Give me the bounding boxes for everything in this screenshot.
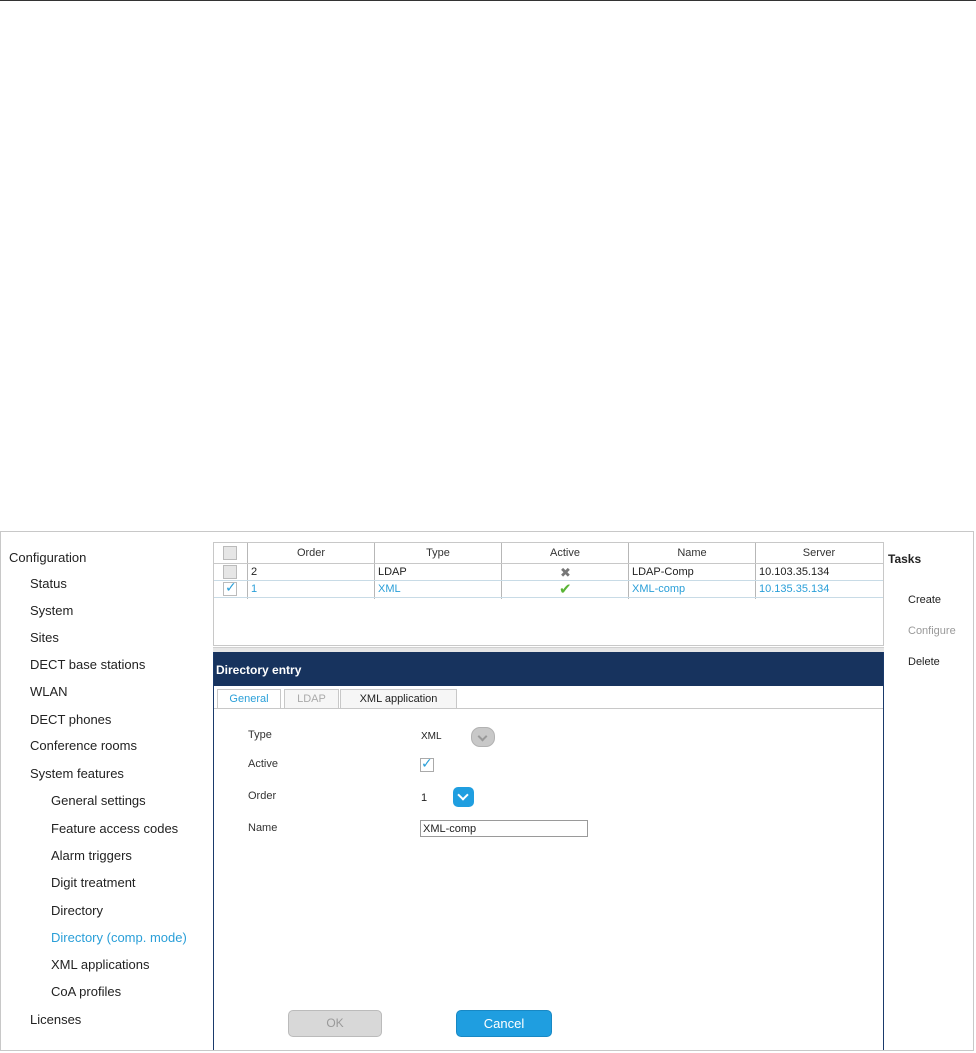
select-all-checkbox[interactable]	[223, 546, 237, 560]
sidebar-nav: Configuration Status System Sites DECT b…	[1, 532, 211, 1050]
row-checkbox[interactable]	[223, 579, 237, 596]
active-check-icon: ✔	[559, 581, 572, 598]
sidebar-item-system-features[interactable]: System features	[30, 766, 124, 781]
delete-task-link[interactable]: Delete	[908, 656, 940, 668]
sidebar-item-feature-access-codes[interactable]: Feature access codes	[51, 821, 178, 836]
sidebar-item-status[interactable]: Status	[30, 576, 67, 591]
sidebar-item-dect-phones[interactable]: DECT phones	[30, 712, 111, 727]
column-header-order[interactable]: Order	[248, 547, 374, 559]
tab-general[interactable]: General	[217, 689, 281, 709]
create-task-link[interactable]: Create	[908, 594, 941, 606]
sidebar-item-digit-treatment[interactable]: Digit treatment	[51, 875, 136, 890]
app-frame: Configuration Status System Sites DECT b…	[0, 531, 974, 1051]
order-label: Order	[248, 790, 277, 802]
order-select[interactable]: 1	[420, 787, 474, 807]
row-order: 1	[251, 583, 258, 595]
sidebar-item-dect-base-stations[interactable]: DECT base stations	[30, 657, 145, 672]
sidebar-item-directory-comp-mode[interactable]: Directory (comp. mode)	[51, 930, 187, 945]
active-label: Active	[248, 758, 278, 770]
cancel-button[interactable]: Cancel	[456, 1010, 552, 1037]
sidebar-item-directory[interactable]: Directory	[51, 903, 103, 918]
panel-title: Directory entry	[216, 663, 302, 677]
type-label: Type	[248, 729, 272, 741]
row-order: 2	[251, 566, 258, 578]
tab-underline	[214, 708, 883, 709]
sidebar-item-general-settings[interactable]: General settings	[51, 793, 146, 808]
name-input[interactable]	[420, 820, 588, 837]
tab-xml-application[interactable]: XML application	[340, 689, 457, 708]
sidebar-item-wlan[interactable]: WLAN	[30, 684, 68, 699]
directory-table: Order Type Active Name Server 2 LDAP ✖ L…	[213, 542, 884, 646]
ok-button[interactable]: OK	[288, 1010, 382, 1037]
column-header-server[interactable]: Server	[756, 547, 882, 559]
sidebar-item-alarm-triggers[interactable]: Alarm triggers	[51, 848, 132, 863]
order-select-value: 1	[421, 792, 428, 804]
sidebar-item-licenses[interactable]: Licenses	[30, 1012, 81, 1027]
type-select-value: XML	[421, 731, 442, 742]
sidebar-item-xml-applications[interactable]: XML applications	[51, 957, 150, 972]
chevron-down-icon[interactable]	[471, 727, 495, 747]
column-header-active[interactable]: Active	[502, 547, 628, 559]
top-divider	[0, 0, 976, 1]
active-checkbox[interactable]	[420, 755, 434, 772]
sidebar-item-conference-rooms[interactable]: Conference rooms	[30, 738, 137, 753]
column-header-type[interactable]: Type	[375, 547, 501, 559]
table-row[interactable]: 2 LDAP ✖ LDAP-Comp 10.103.35.134	[214, 564, 883, 581]
row-type: XML	[378, 583, 401, 595]
sidebar-item-sites[interactable]: Sites	[30, 630, 59, 645]
table-row[interactable]: 1 XML ✔ XML-comp 10.135.35.134	[214, 579, 883, 598]
name-label: Name	[248, 822, 278, 834]
type-select[interactable]: XML	[420, 727, 495, 747]
tasks-title: Tasks	[888, 552, 922, 566]
sidebar-root-configuration[interactable]: Configuration	[9, 550, 86, 565]
table-header: Order Type Active Name Server	[214, 543, 883, 564]
row-name: LDAP-Comp	[632, 566, 694, 578]
tab-ldap[interactable]: LDAP	[284, 689, 339, 708]
sidebar-item-system[interactable]: System	[30, 603, 73, 618]
row-server: 10.135.35.134	[759, 583, 830, 595]
panel-header: Directory entry	[214, 652, 883, 686]
chevron-down-icon[interactable]	[453, 787, 474, 807]
inactive-x-icon: ✖	[560, 565, 571, 580]
directory-entry-panel: Directory entry General LDAP XML applica…	[213, 652, 884, 1050]
row-server: 10.103.35.134	[759, 566, 830, 578]
column-header-name[interactable]: Name	[629, 547, 755, 559]
row-checkbox[interactable]	[223, 565, 237, 579]
tasks-pane: Tasks Create Configure Delete	[885, 532, 973, 1050]
row-type: LDAP	[378, 566, 407, 578]
sidebar-item-coa-profiles[interactable]: CoA profiles	[51, 984, 121, 999]
configure-task-link[interactable]: Configure	[908, 625, 956, 637]
row-name: XML-comp	[632, 583, 686, 595]
